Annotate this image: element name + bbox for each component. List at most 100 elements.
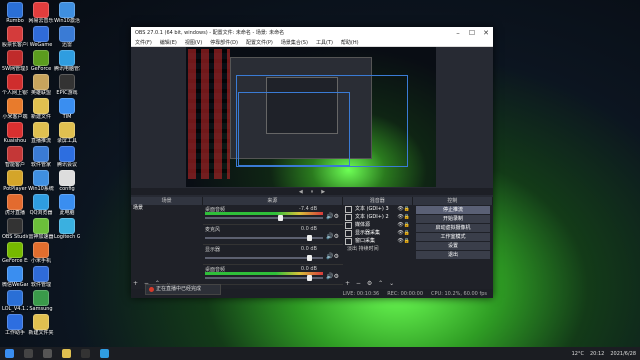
menu-help[interactable]: 帮助(H) (337, 39, 363, 46)
desktop-icon[interactable]: EPIC游戏 (54, 74, 80, 96)
volume-slider[interactable] (205, 237, 323, 239)
speaker-icon[interactable]: 🔊⚙ (326, 233, 339, 240)
studio-mode-button[interactable]: 工作室模式 (416, 233, 490, 241)
speaker-icon[interactable]: 🔊⚙ (326, 213, 339, 220)
desktop-icon[interactable]: 迅雷 (54, 26, 80, 48)
desktop-icon[interactable]: 软件管家 (28, 146, 54, 168)
preview-canvas[interactable] (186, 47, 436, 187)
speaker-icon[interactable]: 🔊⚙ (326, 273, 339, 280)
source-item[interactable]: 文本 (GDI+) 3 👁🔒 (343, 205, 413, 213)
desktop-icon[interactable]: config (54, 170, 80, 192)
visibility-lock-icon[interactable]: 👁🔒 (397, 237, 410, 245)
minimize-icon[interactable]: – (451, 29, 465, 37)
desktop-icon[interactable]: TIM (54, 98, 80, 120)
desktop-icon[interactable]: 小米手机 (28, 242, 54, 264)
desktop-icon[interactable]: 网易云音乐 (28, 2, 54, 24)
menu-docks[interactable]: 停靠部件(D) (206, 39, 242, 46)
visibility-lock-icon[interactable]: 👁🔒 (397, 205, 410, 213)
desktop-icon[interactable]: 软件管理 (28, 266, 54, 288)
menu-profile[interactable]: 配置文件(P) (242, 39, 277, 46)
menu-tools[interactable]: 工具(T) (312, 39, 337, 46)
volume-knob[interactable] (306, 275, 312, 281)
source-tools[interactable]: + − ⚙ ⌃ ⌄ (345, 280, 396, 287)
visibility-lock-icon[interactable]: 👁🔒 (397, 229, 410, 237)
desktop-icon[interactable]: Samsung (28, 290, 54, 312)
menu-file[interactable]: 文件(F) (131, 39, 156, 46)
file-explorer-icon[interactable] (62, 349, 71, 358)
pause-icon[interactable]: ⏸ (311, 189, 314, 195)
desktop-icon[interactable]: 股票长客户端 (2, 26, 28, 48)
desktop-icon[interactable]: 直播推流 (28, 122, 54, 144)
desktop-icon[interactable]: 5W网管理员 (2, 50, 28, 72)
clock-date[interactable]: 2021/6/28 (610, 351, 636, 357)
start-recording-button[interactable]: 开始录制 (416, 215, 490, 223)
prev-icon[interactable]: ◀ (299, 189, 303, 195)
desktop-icon[interactable]: OBS Studio (2, 218, 28, 240)
desktop-icon[interactable]: 智能客户 (2, 146, 28, 168)
menu-scene-collection[interactable]: 场景集合(S) (277, 39, 312, 46)
stop-streaming-button[interactable]: 停止推流 (416, 206, 490, 214)
transition-row[interactable]: 淡出 持续时间 (343, 245, 413, 253)
desktop-icon[interactable]: WeGame (28, 26, 54, 48)
browser-icon[interactable] (100, 349, 109, 358)
desktop-icon[interactable]: 录屏工具 (54, 122, 80, 144)
weather-text[interactable]: 12°C (572, 351, 584, 357)
volume-knob[interactable] (306, 235, 312, 241)
desktop-icon-label: GeForce (30, 66, 52, 72)
desktop-icon[interactable]: Logitech G HUB (54, 218, 80, 240)
obs-titlebar[interactable]: OBS 27.0.1 (64 bit, windows) - 配置文件: 未命名… (131, 27, 493, 38)
task-view-icon[interactable] (43, 349, 52, 358)
source-item[interactable]: 文本 (GDI+) 2 👁🔒 (343, 213, 413, 221)
desktop-icon-label: Logitech G HUB (54, 234, 80, 240)
exit-button[interactable]: 退出 (416, 251, 490, 259)
desktop-icon[interactable]: GeForce Experience (2, 242, 28, 264)
volume-knob[interactable] (278, 215, 284, 221)
desktop-icon[interactable]: 个人网上银行助手 (2, 74, 28, 96)
desktop-icon[interactable]: Rumbo (2, 2, 28, 24)
desktop-icon[interactable]: 新建文件夹 (28, 314, 54, 336)
volume-knob[interactable] (306, 255, 312, 261)
volume-slider[interactable] (205, 257, 323, 259)
desktop-icon[interactable]: QQ浏览器 (28, 194, 54, 216)
scene-item[interactable]: 场景 (131, 205, 203, 212)
next-icon[interactable]: ▶ (321, 189, 325, 195)
maximize-icon[interactable]: ☐ (465, 29, 479, 37)
desktop-icon[interactable]: 微信WeGame (2, 266, 28, 288)
app-icon (7, 266, 23, 282)
desktop-icon[interactable]: Win10系统 (28, 170, 54, 192)
clock-time[interactable]: 20:12 (590, 351, 604, 357)
desktop-icon[interactable]: LOL_V4.1.2 (2, 290, 28, 312)
desktop-icon[interactable]: GeForce (28, 50, 54, 72)
desktop-icon[interactable]: 此电脑 (54, 194, 80, 216)
desktop-icon[interactable]: PotPlayer (2, 170, 28, 192)
volume-slider[interactable] (205, 277, 323, 279)
desktop-icon[interactable]: 新建文件 (28, 98, 54, 120)
desktop-icon[interactable]: 雷神加速器 (28, 218, 54, 240)
obs-taskbar-icon[interactable] (81, 349, 90, 358)
desktop-icon[interactable]: 虎牙直播 (2, 194, 28, 216)
menu-edit[interactable]: 编辑(E) (156, 39, 181, 46)
source-item[interactable]: 显示器采集 👁🔒 (343, 229, 413, 237)
source-selection-box-2[interactable] (238, 92, 350, 166)
virtual-camera-button[interactable]: 启动虚拟摄像机 (416, 224, 490, 232)
search-icon[interactable] (24, 349, 33, 358)
visibility-lock-icon[interactable]: 👁🔒 (397, 221, 410, 229)
desktop-icon[interactable]: 腾讯会议 (54, 146, 80, 168)
menu-view[interactable]: 视图(V) (181, 39, 206, 46)
visibility-lock-icon[interactable]: 👁🔒 (397, 213, 410, 221)
settings-button[interactable]: 设置 (416, 242, 490, 250)
notification-toast[interactable]: 正在直播中已经完成 (145, 284, 221, 295)
desktop-icon[interactable]: 小米客户端 (2, 98, 28, 120)
desktop-icon[interactable]: 腾讯电脑管家 (54, 50, 80, 72)
start-icon[interactable] (5, 349, 14, 358)
desktop-icon[interactable]: 英雄联盟 (28, 74, 54, 96)
desktop-icon[interactable]: Win10激活 (54, 2, 80, 24)
close-icon[interactable]: ✕ (479, 29, 493, 37)
source-item[interactable]: 窗口采集 👁🔒 (343, 237, 413, 245)
desktop-icon[interactable]: Kuaishou (2, 122, 28, 144)
source-item[interactable]: 媒体源 👁🔒 (343, 221, 413, 229)
speaker-icon[interactable]: 🔊⚙ (326, 253, 339, 260)
volume-slider[interactable] (205, 217, 323, 219)
desktop-icon[interactable]: 工作助手 (2, 314, 28, 336)
media-source-icon (345, 221, 352, 229)
